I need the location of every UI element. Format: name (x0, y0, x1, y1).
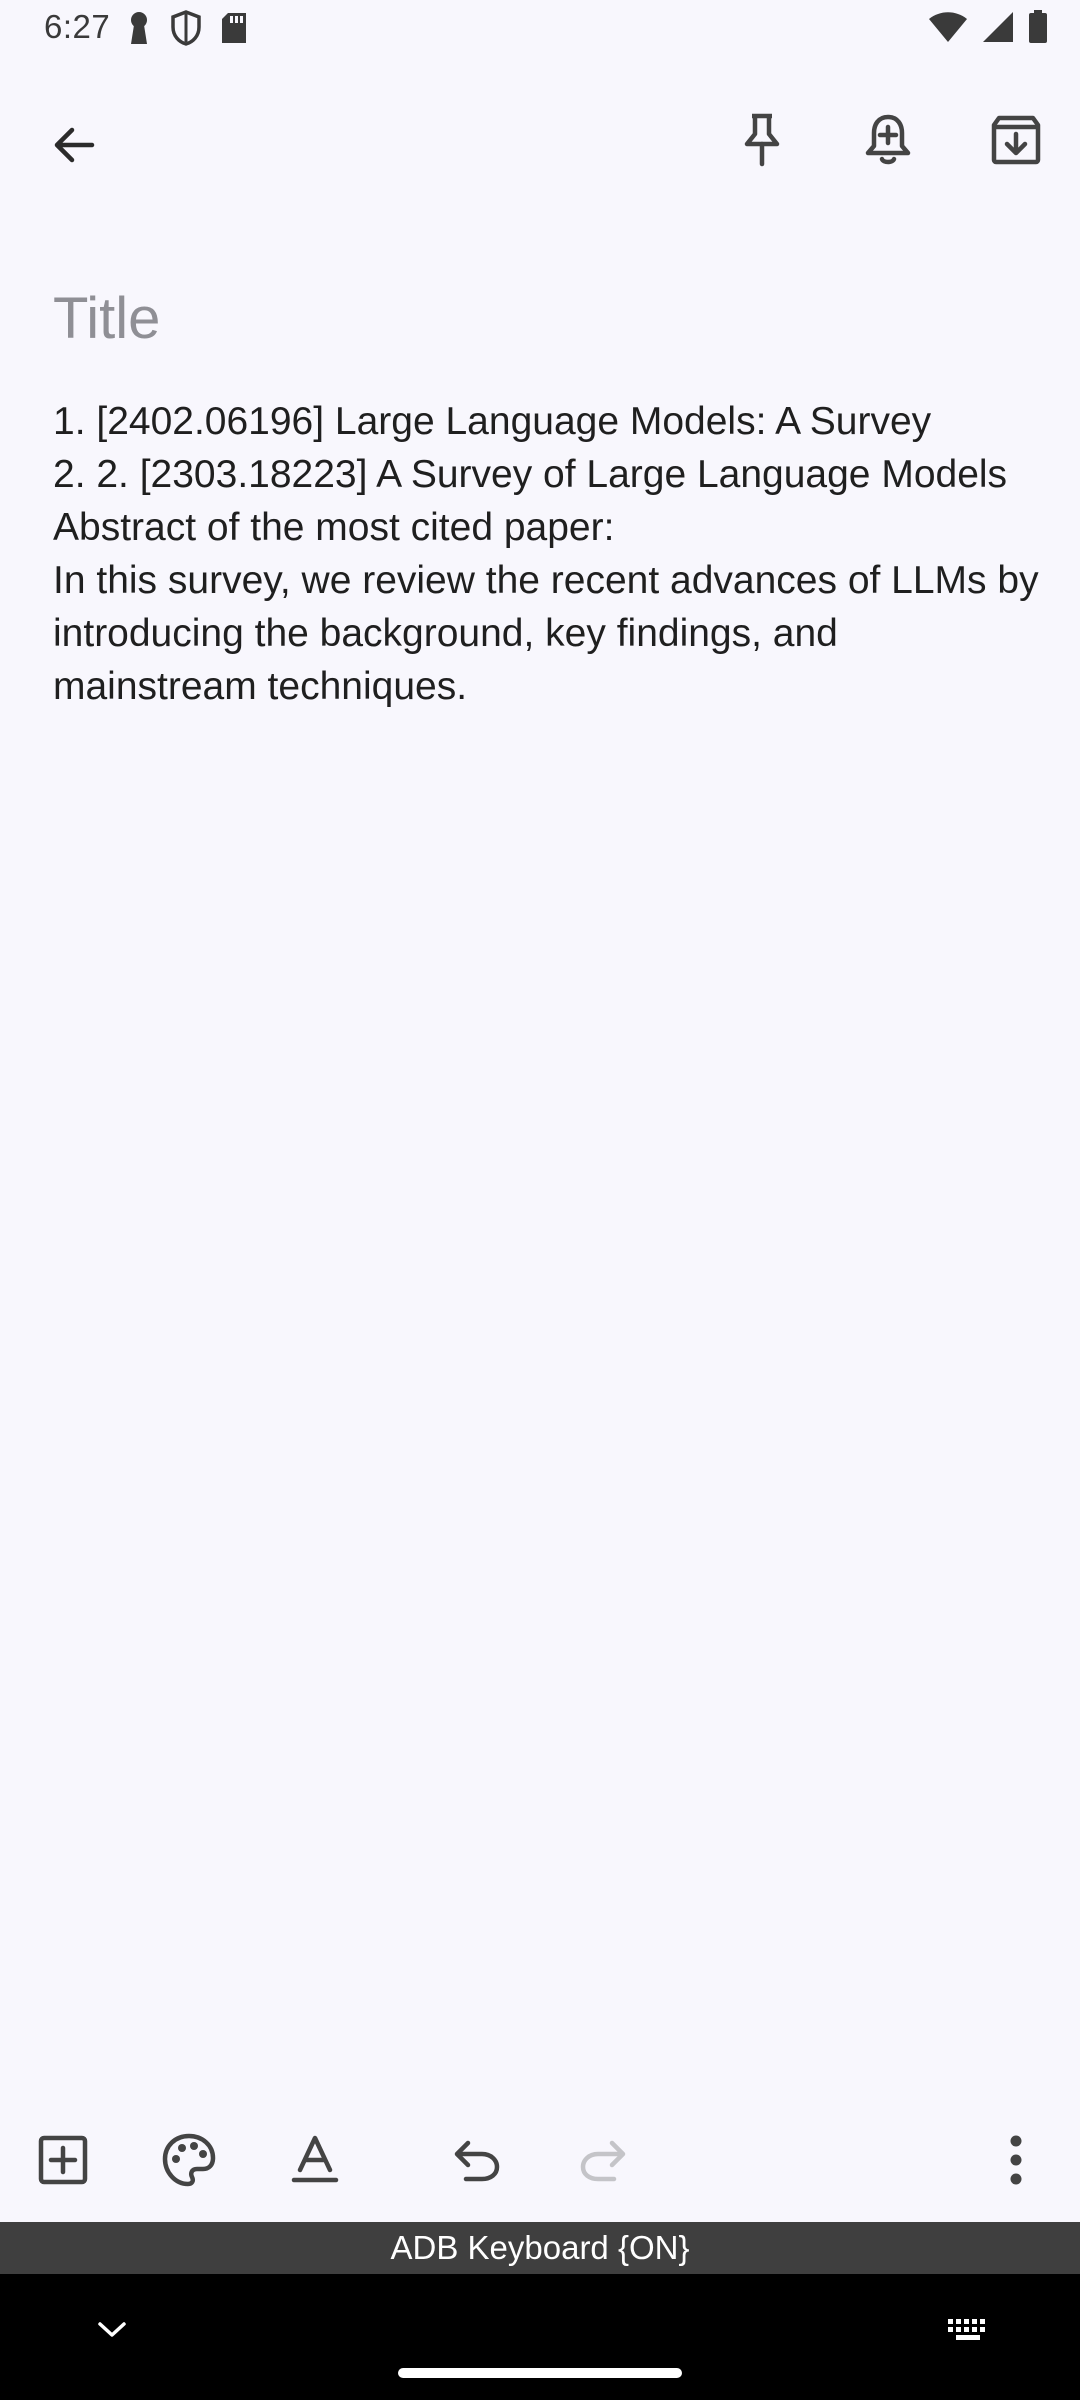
redo-icon (580, 2140, 626, 2182)
keyboard-icon (948, 2319, 985, 2340)
arrow-back-icon (54, 127, 95, 163)
system-navigation-bar (0, 2274, 1080, 2400)
switch-keyboard-button[interactable] (920, 2282, 1016, 2378)
status-bar: 6:27 (0, 0, 1080, 62)
note-top-bar (0, 90, 1080, 202)
hide-keyboard-button[interactable] (64, 2282, 160, 2378)
title-placeholder: Title (53, 286, 161, 351)
more-options-button[interactable] (968, 2112, 1064, 2208)
reminder-button[interactable] (840, 92, 936, 188)
keyboard-status-bar: ADB Keyboard {ON} (0, 2222, 1080, 2274)
more-vert-icon (1010, 2135, 1022, 2185)
text-format-button[interactable] (267, 2112, 363, 2208)
note-title-field[interactable]: Title (53, 285, 1033, 352)
note-line: Abstract of the most cited paper: (53, 506, 615, 549)
note-body-field[interactable]: 1. [2402.06196] Large Language Models: A… (53, 395, 1043, 713)
wifi-icon (929, 12, 967, 42)
add-box-icon (38, 2135, 88, 2185)
archive-button[interactable] (968, 92, 1064, 188)
undo-button[interactable] (429, 2112, 525, 2208)
chevron-down-icon (98, 2322, 126, 2337)
bell-plus-icon (865, 114, 911, 165)
redo-button[interactable] (555, 2112, 651, 2208)
note-line: 2. 2. [2303.18223] A Survey of Large Lan… (53, 453, 1008, 496)
background-color-button[interactable] (141, 2112, 237, 2208)
sd-card-icon (222, 13, 246, 43)
keyboard-status-label: ADB Keyboard {ON} (390, 2229, 690, 2266)
note-line: In this survey, we review the recent adv… (53, 559, 1039, 708)
pin-button[interactable] (714, 92, 810, 188)
home-gesture-handle[interactable] (398, 2368, 682, 2378)
status-notification-icons (126, 10, 248, 46)
cellular-signal-icon (983, 12, 1013, 42)
shield-icon (171, 10, 201, 46)
archive-icon (991, 115, 1041, 165)
add-content-button[interactable] (15, 2112, 111, 2208)
text-format-icon (291, 2135, 339, 2183)
status-time: 6:27 (44, 8, 111, 45)
keyhole-icon (131, 12, 147, 44)
editor-bottom-toolbar (0, 2110, 1080, 2210)
status-system-icons (928, 10, 1048, 44)
back-button[interactable] (26, 97, 122, 193)
undo-icon (454, 2140, 500, 2182)
note-line: 1. [2402.06196] Large Language Models: A… (53, 400, 932, 443)
pin-icon (744, 113, 780, 167)
palette-icon (162, 2133, 216, 2187)
battery-icon (1029, 10, 1047, 43)
note-editor-screen: 6:27 Title 1. [2402.06196] Large Languag… (0, 0, 1080, 2400)
